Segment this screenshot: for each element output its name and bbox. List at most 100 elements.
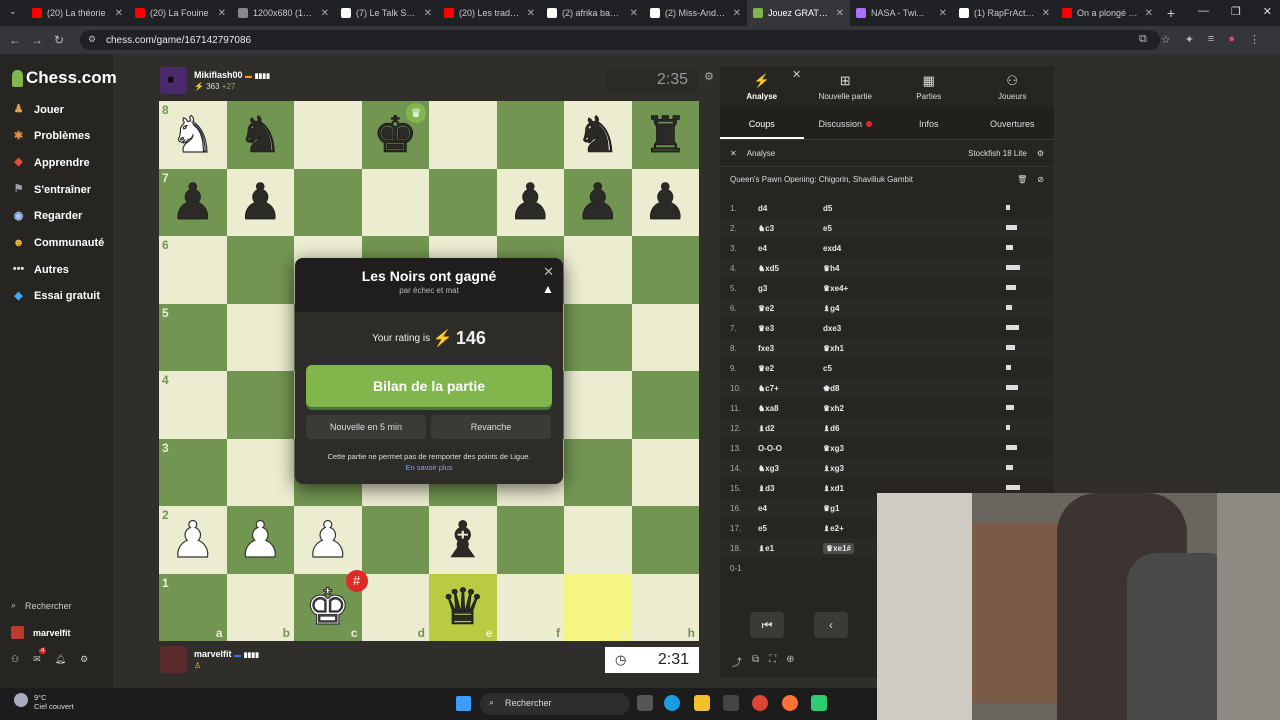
tab-close-icon[interactable]: ✕ (939, 8, 947, 19)
black-move[interactable]: d5 (823, 204, 832, 213)
maximize-icon[interactable]: ❐ (1231, 5, 1241, 18)
white-move[interactable]: e4 (750, 244, 818, 253)
board-square[interactable]: d (361, 573, 429, 641)
friends-icon[interactable]: ⚇ (11, 654, 19, 665)
weather-widget[interactable]: 9°C Ciel couvert (14, 693, 74, 711)
tab-close-icon[interactable]: ✕ (115, 8, 123, 19)
media-icon[interactable]: ≡ (1208, 33, 1214, 46)
explorer-icon[interactable] (694, 695, 710, 711)
white-move[interactable]: e4 (750, 504, 818, 513)
board-square[interactable]: ♞ (564, 101, 632, 169)
board-square[interactable] (564, 506, 632, 574)
board-square[interactable] (496, 101, 564, 169)
black-pawn-piece[interactable]: ♟ (508, 177, 553, 228)
board-square[interactable]: 5 (159, 303, 227, 371)
chrome-icon[interactable] (752, 695, 768, 711)
browser-tab[interactable]: (20) La théorie ✕ (26, 0, 129, 26)
panel-tab-joueurs[interactable]: ⚇ Joueurs (971, 66, 1055, 108)
white-move[interactable]: ♞c3 (750, 224, 818, 233)
black-move[interactable]: ♝xd1 (823, 484, 844, 493)
sidebar-search[interactable]: ⌕ Rechercher (11, 600, 72, 611)
white-move[interactable]: ♛e2 (750, 304, 818, 313)
subtab-ouvertures[interactable]: Ouvertures (971, 108, 1055, 139)
board-square[interactable]: c ♚ # (294, 569, 368, 641)
board-square[interactable] (496, 506, 564, 574)
export-icon[interactable]: ⧉ (752, 654, 759, 669)
tab-close-icon[interactable]: ✕ (733, 8, 741, 19)
forward-icon[interactable]: → (26, 33, 48, 47)
black-move[interactable]: exd4 (823, 244, 841, 253)
windows-start-icon[interactable] (456, 696, 471, 711)
black-move[interactable]: ♝xg3 (823, 464, 844, 473)
white-knight-piece[interactable]: ♞ (170, 109, 216, 160)
board-square[interactable]: ♝ (429, 506, 497, 574)
board-square[interactable]: 2 ♟ (159, 506, 227, 574)
board-square[interactable] (226, 438, 294, 506)
board-square[interactable]: ♞ (226, 101, 294, 169)
board-square[interactable]: ♟ (294, 506, 362, 574)
board-square[interactable]: e ♛ (429, 573, 497, 641)
black-move[interactable]: ♝g4 (823, 304, 840, 313)
black-move[interactable]: ♛h4 (823, 264, 840, 273)
block-icon[interactable]: ⊘ (1037, 175, 1044, 184)
black-move[interactable]: c5 (823, 364, 832, 373)
subtab-discussion[interactable]: Discussion (804, 108, 888, 139)
back-icon[interactable]: ← (4, 33, 26, 47)
sidebar-item-problèmes[interactable]: ✱ Problèmes (12, 130, 90, 143)
firefox-icon[interactable] (782, 695, 798, 711)
mail-icon[interactable]: ✉ 4 (33, 648, 47, 665)
white-move[interactable]: ♞xd5 (750, 264, 818, 273)
delete-icon[interactable]: 🗑︎ (1017, 175, 1027, 184)
tab-close-icon[interactable]: ✕ (218, 8, 226, 19)
white-pawn-piece[interactable]: ♟ (305, 514, 351, 565)
bell-icon[interactable]: 🔔︎ (55, 654, 66, 665)
black-move[interactable]: ♝d6 (823, 424, 840, 433)
sidebar-item-s-entraîner[interactable]: ⚑ S'entraîner (12, 183, 91, 196)
board-square[interactable] (564, 371, 632, 439)
analysis-close-icon[interactable]: ✕ (730, 149, 737, 158)
browser-tab[interactable]: (2) afrika bamb... ✕ (541, 0, 644, 26)
sidebar-item-communauté[interactable]: ☻ Communauté (12, 237, 105, 250)
board-square[interactable]: h (631, 573, 699, 641)
sidebar-item-essai-gratuit[interactable]: ◆ Essai gratuit (12, 290, 100, 303)
white-move[interactable]: d4 (750, 204, 818, 213)
board-square[interactable]: ♟ (226, 168, 294, 236)
browser-tab[interactable]: (1) RapFrActua... ✕ (953, 0, 1056, 26)
black-move[interactable]: dxe3 (823, 324, 841, 333)
rematch-button[interactable]: Revanche (431, 415, 551, 439)
tab-close-icon[interactable]: ✕ (527, 8, 535, 19)
black-move[interactable]: ♛xg3 (823, 444, 844, 453)
install-icon[interactable]: ⧉ (1139, 33, 1147, 46)
game-review-button[interactable]: Bilan de la partie (306, 365, 552, 407)
white-move[interactable]: ♝d2 (750, 424, 818, 433)
black-move[interactable]: ♚d8 (823, 384, 840, 393)
black-move[interactable]: ♛xh2 (823, 404, 844, 413)
board-square[interactable]: g (564, 573, 632, 641)
profile-avatar[interactable]: ● (1228, 33, 1235, 46)
board-square[interactable] (631, 506, 699, 574)
tab-close-icon[interactable]: ✕ (630, 8, 638, 19)
white-pawn-piece[interactable]: ♟ (170, 514, 216, 565)
black-knight-piece[interactable]: ♞ (238, 109, 283, 160)
board-square[interactable]: 8 ♞ (159, 101, 227, 169)
board-square[interactable]: b (226, 573, 294, 641)
board-square[interactable]: ♟ (564, 168, 632, 236)
board-square[interactable]: ♚ ♛ (361, 101, 429, 169)
top-player-name[interactable]: Mikiflash00 ▬ ▮▮▮▮ (194, 70, 270, 80)
board-square[interactable] (564, 303, 632, 371)
panel-tab-parties[interactable]: ▦ Parties (887, 66, 971, 108)
black-pawn-piece[interactable]: ♟ (170, 177, 215, 228)
reload-icon[interactable]: ↻ (48, 33, 70, 47)
share-icon[interactable]: ⤴ (732, 654, 742, 669)
browser-tab[interactable]: 1200x680 (120... ✕ (232, 0, 335, 26)
bottom-player-name[interactable]: marvelfit ▬ ▮▮▮▮ (194, 649, 259, 659)
tab-close-icon[interactable]: ✕ (1042, 8, 1050, 19)
fullscreen-icon[interactable]: ⛶ (769, 654, 776, 669)
white-move[interactable]: ♝e1 (750, 544, 818, 553)
white-move[interactable]: fxe3 (750, 344, 818, 353)
board-square[interactable] (429, 168, 497, 236)
browser-tab[interactable]: On a plongé d... ✕ (1056, 0, 1159, 26)
white-move[interactable]: ♝d3 (750, 484, 818, 493)
board-square[interactable]: f (496, 573, 564, 641)
close-window-icon[interactable]: ✕ (1263, 5, 1272, 18)
